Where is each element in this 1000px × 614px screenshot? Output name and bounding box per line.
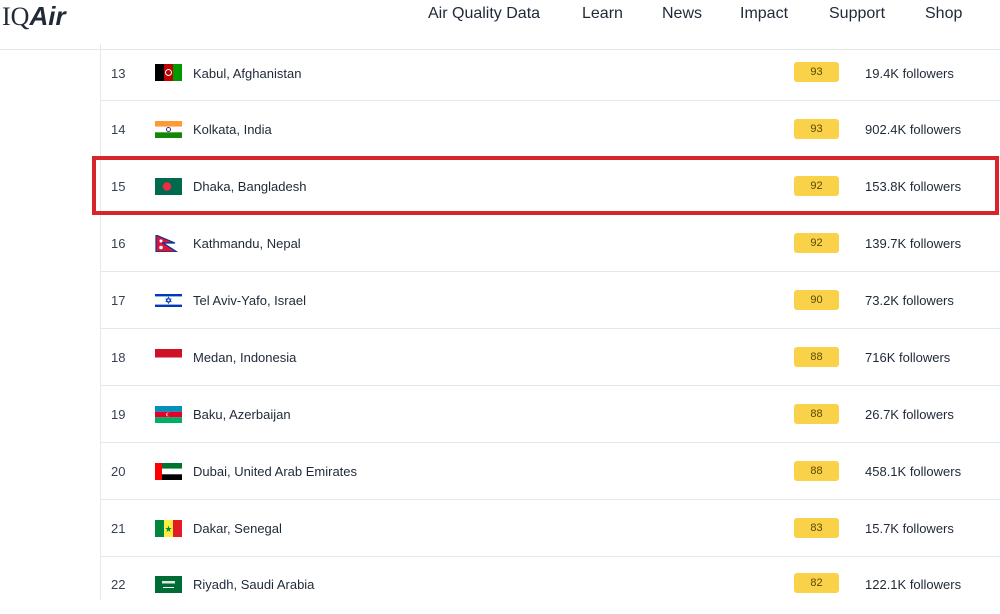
nav-support[interactable]: Support [829,5,885,23]
table-row[interactable]: 22 Riyadh, Saudi Arabia 82 122.1K follow… [101,557,1000,614]
aqi-badge: 92 [794,233,839,253]
rank-number: 15 [111,179,126,194]
city-name[interactable]: Kabul, Afghanistan [193,66,301,81]
table-row[interactable]: 16 Kathmandu, Nepal 92 139.7K followers [101,215,1000,272]
rank-number: 19 [111,407,126,422]
nav-air-quality-data[interactable]: Air Quality Data [428,5,540,23]
city-name[interactable]: Tel Aviv-Yafo, Israel [193,293,306,308]
rank-number: 17 [111,293,126,308]
table-row[interactable]: 17 Tel Aviv-Yafo, Israel 90 73.2K follow… [101,272,1000,329]
followers-count: 73.2K followers [865,293,954,308]
nav-shop[interactable]: Shop [925,5,962,23]
senegal-flag-icon [155,520,182,537]
aqi-badge: 93 [794,119,839,139]
city-name[interactable]: Baku, Azerbaijan [193,407,291,422]
india-flag-icon [155,121,182,138]
saudi-arabia-flag-icon [155,576,182,593]
rank-number: 16 [111,236,126,251]
rank-number: 20 [111,464,126,479]
city-name[interactable]: Dakar, Senegal [193,521,282,536]
israel-flag-icon [155,292,182,309]
nav-impact[interactable]: Impact [740,5,788,23]
aqi-badge: 92 [794,176,839,196]
nav-learn[interactable]: Learn [582,5,623,23]
city-name[interactable]: Dubai, United Arab Emirates [193,464,357,479]
table-row[interactable]: 19 Baku, Azerbaijan 88 26.7K followers [101,386,1000,443]
followers-count: 19.4K followers [865,66,954,81]
afghanistan-flag-icon [155,64,182,81]
nepal-flag-icon [155,235,182,252]
followers-count: 153.8K followers [865,179,962,194]
aqi-badge: 93 [794,62,839,82]
top-navigation-bar: IQAir Air Quality Data Learn News Impact… [0,0,1000,50]
rank-number: 22 [111,577,126,592]
city-name[interactable]: Riyadh, Saudi Arabia [193,577,314,592]
rank-number: 13 [111,66,126,81]
table-row[interactable]: 15 Dhaka, Bangladesh 92 153.8K followers [101,158,1000,215]
followers-count: 458.1K followers [865,464,962,479]
city-name[interactable]: Medan, Indonesia [193,350,296,365]
aqi-badge: 88 [794,347,839,367]
table-row[interactable]: 14 Kolkata, India 93 902.4K followers [101,101,1000,158]
azerbaijan-flag-icon [155,406,182,423]
city-name[interactable]: Dhaka, Bangladesh [193,179,306,194]
main-nav: Air Quality Data Learn News Impact Suppo… [0,5,1000,25]
city-name[interactable]: Kathmandu, Nepal [193,236,301,251]
followers-count: 902.4K followers [865,122,962,137]
table-row[interactable]: 13 Kabul, Afghanistan 93 19.4K followers [101,44,1000,101]
table-row[interactable]: 21 Dakar, Senegal 83 15.7K followers [101,500,1000,557]
followers-count: 15.7K followers [865,521,954,536]
aqi-badge: 88 [794,404,839,424]
followers-count: 26.7K followers [865,407,954,422]
city-ranking-table: 13 Kabul, Afghanistan 93 19.4K followers… [100,44,1000,600]
followers-count: 122.1K followers [865,577,962,592]
followers-count: 139.7K followers [865,236,962,251]
table-row[interactable]: 20 Dubai, United Arab Emirates 88 458.1K… [101,443,1000,500]
aqi-badge: 83 [794,518,839,538]
city-name[interactable]: Kolkata, India [193,122,272,137]
indonesia-flag-icon [155,349,182,366]
rank-number: 14 [111,122,126,137]
rank-number: 18 [111,350,126,365]
aqi-badge: 90 [794,290,839,310]
aqi-badge: 82 [794,573,839,593]
rank-number: 21 [111,521,126,536]
uae-flag-icon [155,463,182,480]
bangladesh-flag-icon [155,178,182,195]
nav-news[interactable]: News [662,5,702,23]
table-row[interactable]: 18 Medan, Indonesia 88 716K followers [101,329,1000,386]
aqi-badge: 88 [794,461,839,481]
followers-count: 716K followers [865,350,951,365]
